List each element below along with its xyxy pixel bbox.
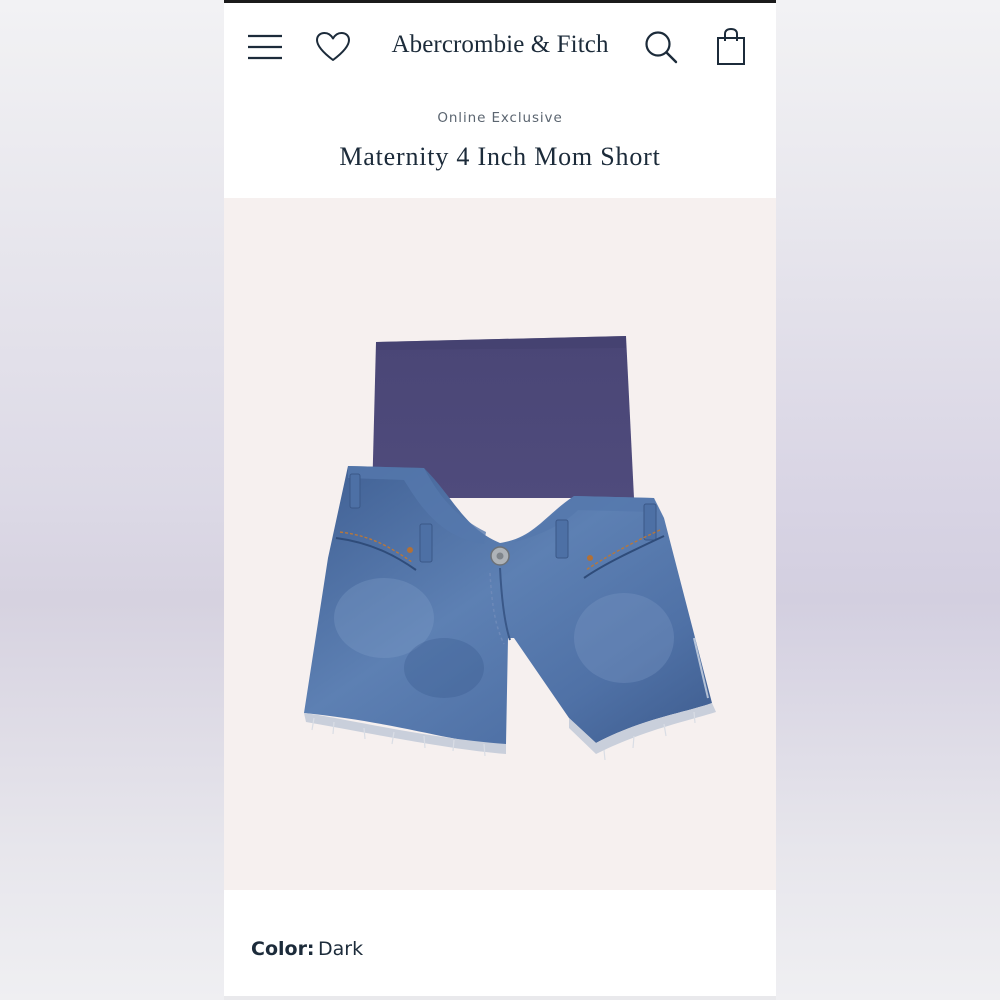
menu-icon	[248, 34, 282, 60]
phone-screen: Abercrombie & Fitch Online Exclusive Mat…	[224, 0, 776, 1000]
menu-button[interactable]	[242, 25, 288, 69]
wishlist-button[interactable]	[310, 25, 356, 69]
search-icon	[645, 31, 678, 64]
background-left-blur	[0, 0, 224, 1000]
online-exclusive-badge: Online Exclusive	[437, 110, 563, 126]
product-image[interactable]	[224, 198, 776, 890]
denim-shorts-illustration	[304, 336, 716, 761]
bottom-divider	[224, 996, 776, 1000]
background-right-blur	[776, 0, 1000, 1000]
product-title: Maternity 4 Inch Mom Short	[339, 142, 661, 171]
brand-logo[interactable]: Abercrombie & Fitch	[374, 25, 626, 65]
product-title-block: Online Exclusive Maternity 4 Inch Mom Sh…	[224, 88, 776, 198]
shopping-bag-icon	[717, 27, 745, 65]
heart-icon	[316, 32, 350, 61]
search-button[interactable]	[638, 25, 684, 69]
site-header: Abercrombie & Fitch	[224, 3, 776, 87]
color-label: Color:	[251, 938, 315, 960]
color-selector-row: Color: Dark	[224, 890, 776, 1000]
color-value: Dark	[318, 938, 364, 960]
cart-button[interactable]	[708, 23, 754, 71]
